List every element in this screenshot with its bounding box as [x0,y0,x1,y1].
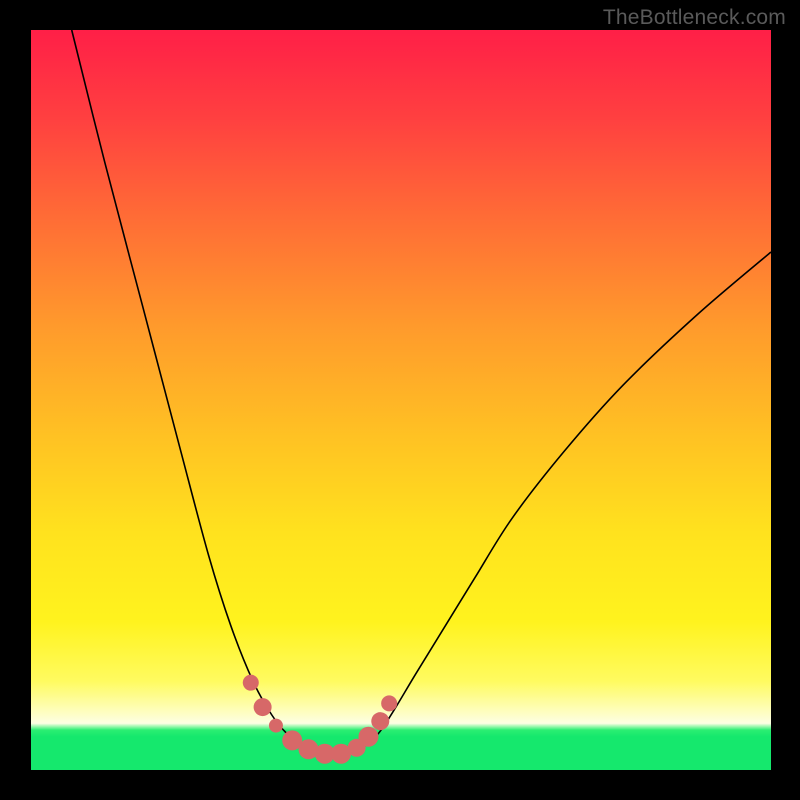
highlight-marker [269,719,283,733]
bottleneck-curve [72,30,771,756]
highlight-marker [243,675,259,691]
marker-group [243,675,397,764]
chart-overlay [31,30,771,770]
highlight-marker [381,695,397,711]
outer-frame: TheBottleneck.com [0,0,800,800]
watermark-text: TheBottleneck.com [603,6,786,30]
highlight-marker [254,698,272,716]
highlight-marker [358,727,378,747]
highlight-marker [371,712,389,730]
